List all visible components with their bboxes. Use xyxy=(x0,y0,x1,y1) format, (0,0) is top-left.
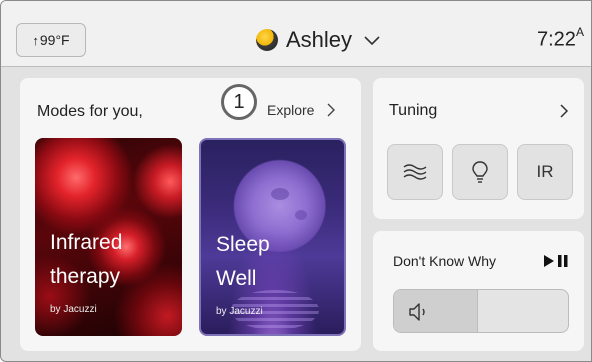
infrared-button[interactable]: IR xyxy=(517,144,573,200)
avatar xyxy=(256,29,278,51)
modes-panel: Modes for you, 1 Explore Infrared therap… xyxy=(20,78,361,351)
moon-image xyxy=(271,188,289,200)
temperature-arrow-icon: ↑ xyxy=(32,32,39,48)
speaker-icon xyxy=(409,303,425,321)
song-title: Don't Know Why xyxy=(393,253,497,269)
mode-card-title: Sleep Well xyxy=(216,228,270,296)
mode-card-title-line1: Infrared xyxy=(50,231,123,254)
jets-button[interactable] xyxy=(387,144,443,200)
step-badge: 1 xyxy=(221,84,257,120)
clock-time: 7:22 xyxy=(537,28,576,51)
infrared-button-label: IR xyxy=(536,162,554,181)
mode-card-author: by Jacuzzi xyxy=(216,306,263,317)
volume-slider[interactable] xyxy=(393,289,569,333)
mode-card-infrared[interactable]: Infrared therapy by Jacuzzi xyxy=(35,138,182,336)
explore-label: Explore xyxy=(267,102,315,118)
user-name: Ashley xyxy=(286,27,353,52)
clock-suffix: A xyxy=(575,25,584,39)
modes-title: Modes for you, xyxy=(37,103,143,120)
chevron-right-icon xyxy=(327,103,336,117)
chevron-right-icon[interactable] xyxy=(559,104,569,118)
tuning-title: Tuning xyxy=(389,102,438,119)
waves-icon xyxy=(403,164,427,180)
chevron-down-icon xyxy=(364,36,380,46)
lights-button[interactable] xyxy=(452,144,508,200)
user-switcher[interactable]: Ashley xyxy=(256,25,382,55)
mode-card-sleep[interactable]: Sleep Well by Jacuzzi xyxy=(199,138,346,336)
play-pause-icon[interactable] xyxy=(543,253,569,269)
tuning-panel[interactable]: Tuning IR xyxy=(373,78,584,219)
mode-card-title-line1: Sleep xyxy=(216,233,270,256)
hot-tub-control-screen: ↑ 99°F Ashley 7:22A Modes for you, 1 Exp… xyxy=(0,0,592,362)
mode-card-title: Infrared therapy xyxy=(50,226,122,294)
clock: 7:22A xyxy=(537,25,584,52)
mode-card-title-line2: Well xyxy=(216,267,257,290)
volume-slider-fill xyxy=(394,290,478,332)
mode-card-title-line2: therapy xyxy=(50,265,121,288)
top-bar: ↑ 99°F Ashley 7:22A xyxy=(1,1,591,67)
temperature-value: 99°F xyxy=(39,32,70,48)
explore-link[interactable]: Explore xyxy=(267,102,336,118)
music-panel: Don't Know Why xyxy=(373,231,584,351)
lightbulb-icon xyxy=(472,161,488,183)
temperature-button[interactable]: ↑ 99°F xyxy=(16,23,86,57)
mode-card-author: by Jacuzzi xyxy=(50,304,97,315)
